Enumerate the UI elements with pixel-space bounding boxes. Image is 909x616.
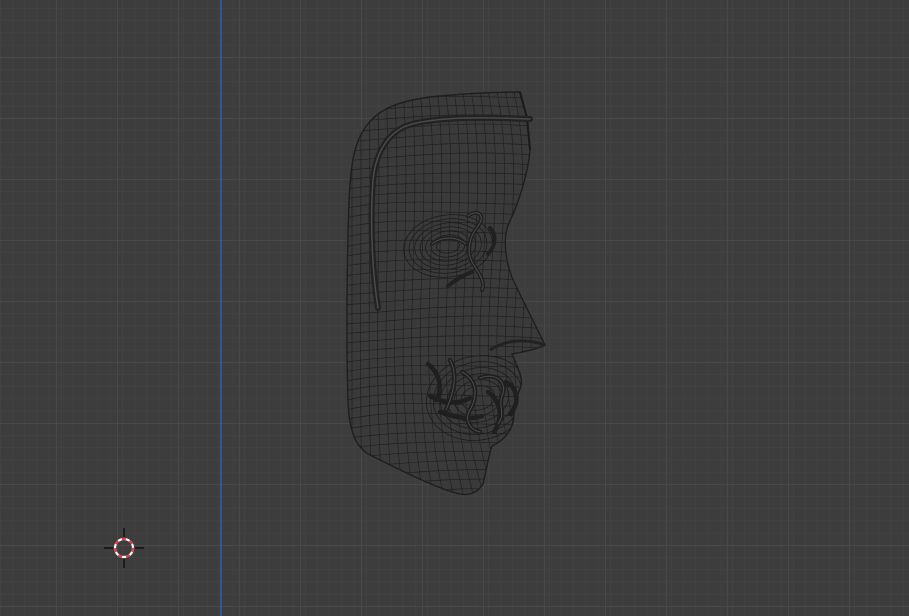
3d-viewport[interactable] (0, 0, 909, 616)
